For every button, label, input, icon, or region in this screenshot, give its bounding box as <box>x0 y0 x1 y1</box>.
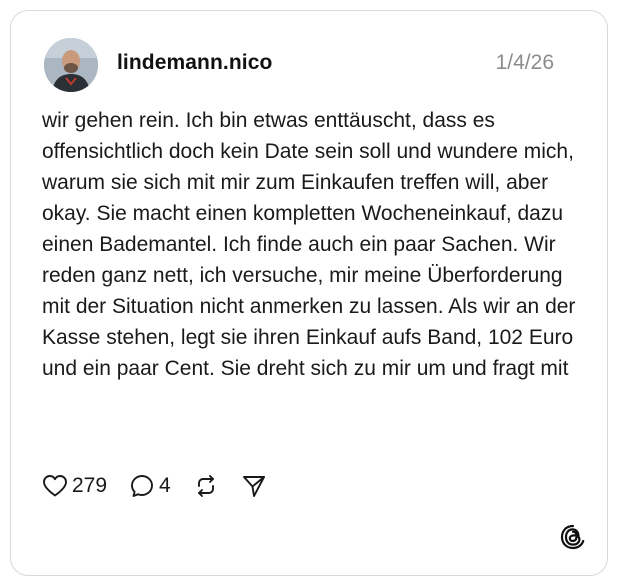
comment-bubble-icon <box>131 475 153 497</box>
threads-logo-icon <box>559 523 587 551</box>
like-count: 279 <box>72 474 108 497</box>
repost-button[interactable] <box>193 473 219 499</box>
heart-icon <box>43 475 67 497</box>
avatar[interactable] <box>44 38 98 92</box>
post-card: lindemann.nico 1/4/26 wir gehen rein. Ic… <box>10 10 608 576</box>
paper-plane-icon <box>242 476 265 497</box>
username[interactable]: lindemann.nico <box>117 51 272 75</box>
reply-count: 4 <box>159 474 171 497</box>
avatar-image <box>44 38 98 92</box>
post-text: wir gehen rein. Ich bin etwas enttäuscht… <box>42 109 576 380</box>
repost-arrows-icon <box>197 475 214 497</box>
post-date: 1/4/26 <box>495 51 554 74</box>
action-bar: 279 4 <box>42 472 289 500</box>
like-button[interactable]: 279 <box>42 474 107 498</box>
share-button[interactable] <box>241 473 267 499</box>
reply-button[interactable]: 4 <box>129 473 171 499</box>
